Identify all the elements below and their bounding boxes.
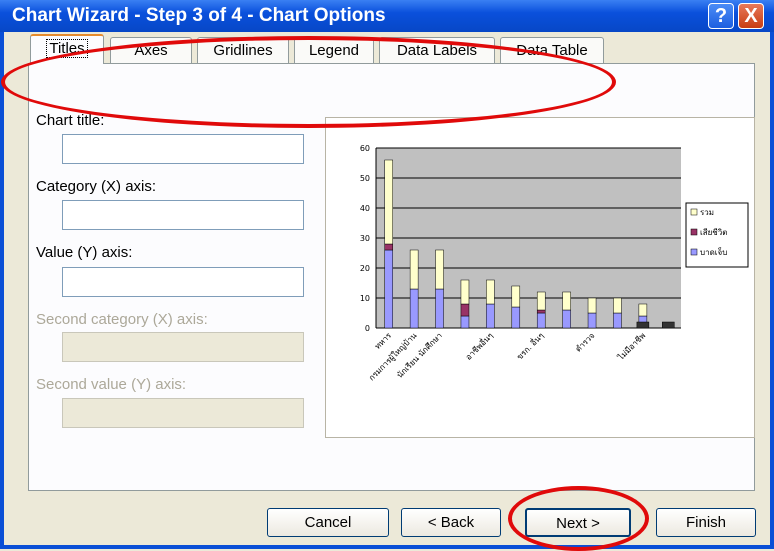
bar-total xyxy=(562,291,571,311)
finish-button[interactable]: Finish xyxy=(656,508,756,537)
y-tick-label: 0 xyxy=(365,324,370,333)
bar-total xyxy=(587,297,597,314)
legend-swatch xyxy=(690,208,698,216)
title-bar[interactable]: Chart Wizard - Step 3 of 4 - Chart Optio… xyxy=(0,0,774,32)
bar-injured xyxy=(435,288,444,329)
bar-total xyxy=(638,303,648,317)
window-title: Chart Wizard - Step 3 of 4 - Chart Optio… xyxy=(12,5,386,26)
bar-dead xyxy=(536,309,546,314)
legend-label: เสียชีวิต xyxy=(700,228,727,237)
legend-swatch xyxy=(690,248,698,256)
next-button[interactable]: Next > xyxy=(525,508,631,537)
x-tick-label: นักเรียน นักศึกษา xyxy=(395,331,444,380)
category-x-axis-label: Category (X) axis: xyxy=(36,178,157,195)
y-tick-label: 50 xyxy=(360,174,370,183)
bar-total xyxy=(409,249,419,290)
category-x-axis-input[interactable] xyxy=(62,200,304,230)
legend-swatch xyxy=(690,228,698,236)
bar-total xyxy=(435,249,444,290)
bar-injured xyxy=(384,249,393,329)
x-tick-label: ทหาร xyxy=(373,331,394,352)
bar-injured xyxy=(562,309,571,329)
y-tick-label: 60 xyxy=(360,144,370,153)
bar-total xyxy=(511,285,521,308)
bar-injured xyxy=(511,306,521,329)
tab-axes[interactable]: Axes xyxy=(110,37,192,63)
chart-preview-svg: 0102030405060ทหารกรมการผู้ใหญ่บ้านนักเรี… xyxy=(360,144,749,383)
x-tick-label: ขรก. อื่นๆ xyxy=(514,330,546,362)
legend-label: บาดเจ็บ xyxy=(700,247,727,257)
bar-total xyxy=(613,297,622,314)
second-category-x-axis-input xyxy=(62,332,304,362)
chart-wizard-window: Chart Wizard - Step 3 of 4 - Chart Optio… xyxy=(0,0,774,551)
y-tick-label: 20 xyxy=(360,264,370,273)
bar-total xyxy=(460,279,470,305)
bar-dead xyxy=(460,303,470,317)
second-value-y-axis-input xyxy=(62,398,304,428)
second-category-x-axis-label: Second category (X) axis: xyxy=(36,311,208,328)
legend-label: รวม xyxy=(700,208,714,217)
bar-injured xyxy=(460,315,470,329)
bar-total xyxy=(384,159,393,245)
bar-injured xyxy=(613,312,622,329)
y-tick-label: 10 xyxy=(360,294,370,303)
tab-legend[interactable]: Legend xyxy=(294,37,374,63)
tab-titles[interactable]: Titles xyxy=(30,34,104,64)
tab-data-table[interactable]: Data Table xyxy=(500,37,604,63)
tab-titles-label: Titles xyxy=(46,39,88,58)
value-y-axis-input[interactable] xyxy=(62,267,304,297)
back-button[interactable]: < Back xyxy=(401,508,501,537)
value-y-axis-label: Value (Y) axis: xyxy=(36,244,133,261)
bar-small-dark xyxy=(662,321,675,329)
x-tick-label: ไม่มีอาชีพ xyxy=(616,331,648,363)
y-tick-label: 30 xyxy=(360,234,370,243)
tab-gridlines[interactable]: Gridlines xyxy=(197,37,289,63)
chart-title-label: Chart title: xyxy=(36,112,105,129)
y-tick-label: 40 xyxy=(360,204,370,213)
bar-small-dark xyxy=(636,321,650,329)
second-value-y-axis-label: Second value (Y) axis: xyxy=(36,376,187,393)
chart-title-input[interactable] xyxy=(62,134,304,164)
x-tick-label: ตำรวจ xyxy=(574,331,597,354)
bar-injured xyxy=(409,288,419,329)
chart-preview: 0 10 20 30 40 50 60 ทหาร กรมการผู้ใหญ่บ้าน นักเรี… xyxy=(325,117,755,438)
x-tick-label: อาชีพอื่นๆ xyxy=(463,330,495,362)
bar-total xyxy=(486,279,495,305)
close-button[interactable]: X xyxy=(738,3,764,29)
cancel-button[interactable]: Cancel xyxy=(267,508,389,537)
bar-injured xyxy=(486,303,495,329)
bar-total xyxy=(536,291,546,311)
bar-injured xyxy=(536,312,546,329)
tab-data-labels[interactable]: Data Labels xyxy=(379,37,495,63)
bar-injured xyxy=(587,312,597,329)
help-button[interactable]: ? xyxy=(708,3,734,29)
bar-dead xyxy=(384,243,393,251)
